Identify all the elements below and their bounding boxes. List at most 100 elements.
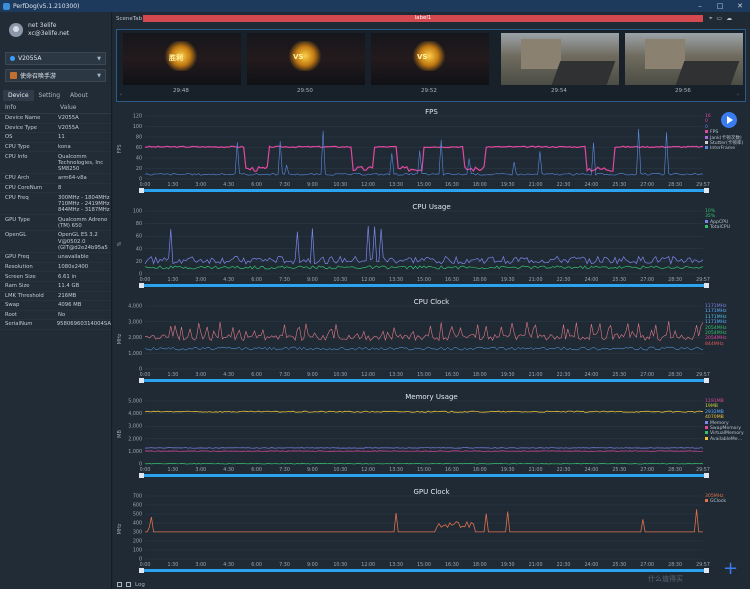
chart-plot[interactable]: MHz 0 1,000 2,000 3,000 4,000 0:00 1:30 3:00 4:30… (113, 294, 750, 389)
cloud-icon[interactable]: ☁ (726, 15, 732, 23)
table-row: OpenGL OpenGL ES 3.2 V@0502.0 (GIT@d2e24b… (0, 231, 111, 254)
chevron-down-icon[interactable]: ▼ (97, 73, 101, 79)
log-checkbox[interactable] (126, 582, 131, 587)
chevron-left-icon[interactable]: ‹ (120, 92, 122, 98)
screenshot-thumbnail[interactable]: VS (371, 33, 489, 85)
table-row: CPU CoreNum 8 (0, 184, 111, 194)
x-tick-label: 4:30 (223, 372, 234, 378)
location-icon[interactable]: ⌖ (709, 15, 712, 23)
scroll-handle-left (139, 568, 144, 573)
tab-about[interactable]: About (65, 90, 93, 101)
user-profile[interactable]: net 3elife xc@3elife.net (0, 12, 111, 48)
chevron-right-icon[interactable]: › (737, 92, 739, 98)
folder-icon[interactable]: ▭ (716, 15, 722, 23)
info-key: Resolution (5, 263, 33, 270)
x-tick-label: 15:00 (417, 562, 431, 568)
info-value: unavailable (58, 254, 89, 261)
x-tick-label: 28:30 (668, 277, 682, 283)
x-tick-label: 18:00 (473, 277, 487, 283)
info-key: CPU Info (5, 153, 28, 160)
x-tick-label: 1:30 (168, 277, 179, 283)
legend-item[interactable]: AvailableMe… (705, 436, 744, 442)
info-key: Ram Size (5, 283, 30, 290)
chart-plot[interactable]: % 0 20 40 60 80 100 0:00 1:30 3:00 4:30 6:00 7:30 9:0… (113, 199, 750, 294)
chart-legend: 305MHz GClock (705, 494, 726, 505)
y-tick-label: 2,000 (128, 436, 142, 442)
scene-label-bar[interactable]: label1 (143, 15, 703, 22)
x-tick-label: 16:30 (445, 182, 459, 188)
play-button[interactable] (721, 112, 737, 128)
legend-value: 844MHz (705, 341, 724, 347)
chart-plot[interactable]: MB 0 1,000 2,000 3,000 4,000 5,000 0:00 1:30 3:00… (113, 389, 750, 484)
device-select[interactable]: V2055A ▼ (5, 52, 106, 65)
legend-item[interactable]: TotalCPU (705, 225, 730, 230)
screenshot-thumbnail[interactable]: 胜利 (123, 33, 241, 85)
x-tick-label: 29:57 (696, 467, 710, 473)
screenshot-thumbnail[interactable] (625, 33, 743, 85)
x-tick-label: 27:00 (640, 372, 654, 378)
screenshot-strip[interactable]: ‹ › 胜利 29:48 VS 29:50 VS 29:52 29:54 29:56 (116, 29, 746, 102)
chart-plot[interactable]: MHz 0 100 200 300 400 500 600 700 0:00 1:30 3:00 4:3… (113, 484, 750, 579)
table-row: LMK Threshold 216MB (0, 292, 111, 302)
scroll-handle-left (139, 378, 144, 383)
perfdog-logo-icon (3, 2, 10, 10)
legend-item-label: InterFrame (710, 146, 736, 152)
y-axis-label: % (117, 241, 123, 246)
screenshot-thumbnail[interactable] (501, 33, 619, 85)
expand-icon[interactable] (117, 582, 122, 587)
table-row: Device Type V2055A (0, 124, 111, 134)
chevron-down-icon[interactable]: ▼ (97, 56, 101, 62)
x-tick-label: 12:00 (361, 467, 375, 473)
x-tick-label: 28:30 (668, 562, 682, 568)
scroll-handle-right (704, 568, 709, 573)
device-select-value: V2055A (18, 55, 42, 62)
screenshot-thumbnail[interactable]: VS (247, 33, 365, 85)
info-key: CPU Type (5, 143, 30, 150)
timeline-scrollbar[interactable] (141, 284, 707, 287)
x-tick-label: 19:30 (501, 372, 515, 378)
x-tick-label: 12:00 (361, 562, 375, 568)
info-value: 300MHz - 1804MHz 710MHz - 2419MHz 844MHz… (58, 194, 110, 214)
chart-plot[interactable]: FPS 0 20 40 60 80 100 120 0:00 1:30 3:00 4:30 6:00 7:… (113, 104, 750, 199)
tab-setting[interactable]: Setting (34, 90, 65, 101)
info-key: SerialNum (5, 321, 33, 328)
thumbnail-time: 29:48 (173, 88, 189, 94)
x-tick-label: 4:30 (223, 182, 234, 188)
tab-device[interactable]: Device (3, 90, 34, 101)
timeline-scrollbar[interactable] (141, 379, 707, 382)
table-row: CPU Type kona (0, 143, 111, 153)
y-tick-label: 20 (136, 166, 142, 172)
info-key: CPU Freq (5, 194, 29, 201)
info-key: GPU Type (5, 216, 31, 223)
add-chart-icon[interactable]: + (723, 560, 738, 578)
x-tick-label: 27:00 (640, 562, 654, 568)
info-value: 11 (58, 134, 65, 141)
timeline-scrollbar[interactable] (141, 569, 707, 572)
x-tick-label: 10:30 (333, 467, 347, 473)
info-value: OpenGL ES 3.2 V@0502.0 (GIT@d2e24b95a5 (58, 232, 108, 251)
timeline-scrollbar[interactable] (141, 189, 707, 192)
x-tick-label: 28:30 (668, 467, 682, 473)
timeline-scrollbar[interactable] (141, 474, 707, 477)
x-tick-label: 21:00 (529, 182, 543, 188)
scroll-handle-right (704, 188, 709, 193)
avatar[interactable] (9, 23, 23, 37)
table-row: CPU Arch arm64-v8a (0, 174, 111, 184)
info-table-header: Info Value (0, 101, 111, 114)
chart-series-line (145, 509, 703, 533)
info-value: Qualcomm Adreno (TM) 650 (58, 216, 108, 229)
legend-item[interactable]: GClock (705, 499, 726, 504)
info-value: No (58, 311, 66, 318)
maximize-button[interactable]: □ (710, 2, 730, 10)
minimize-button[interactable]: – (690, 2, 710, 10)
y-tick-label: 120 (133, 114, 142, 120)
legend-item[interactable]: InterFrame (705, 146, 743, 151)
x-tick-label: 10:30 (333, 372, 347, 378)
x-tick-label: 0:00 (140, 182, 151, 188)
close-button[interactable]: ✕ (730, 2, 750, 10)
app-select[interactable]: 使命召唤手游 ▼ (5, 69, 106, 82)
x-tick-label: 3:00 (195, 182, 206, 188)
x-tick-label: 1:30 (168, 467, 179, 473)
x-tick-label: 29:57 (696, 182, 710, 188)
info-key: Root (5, 311, 18, 318)
